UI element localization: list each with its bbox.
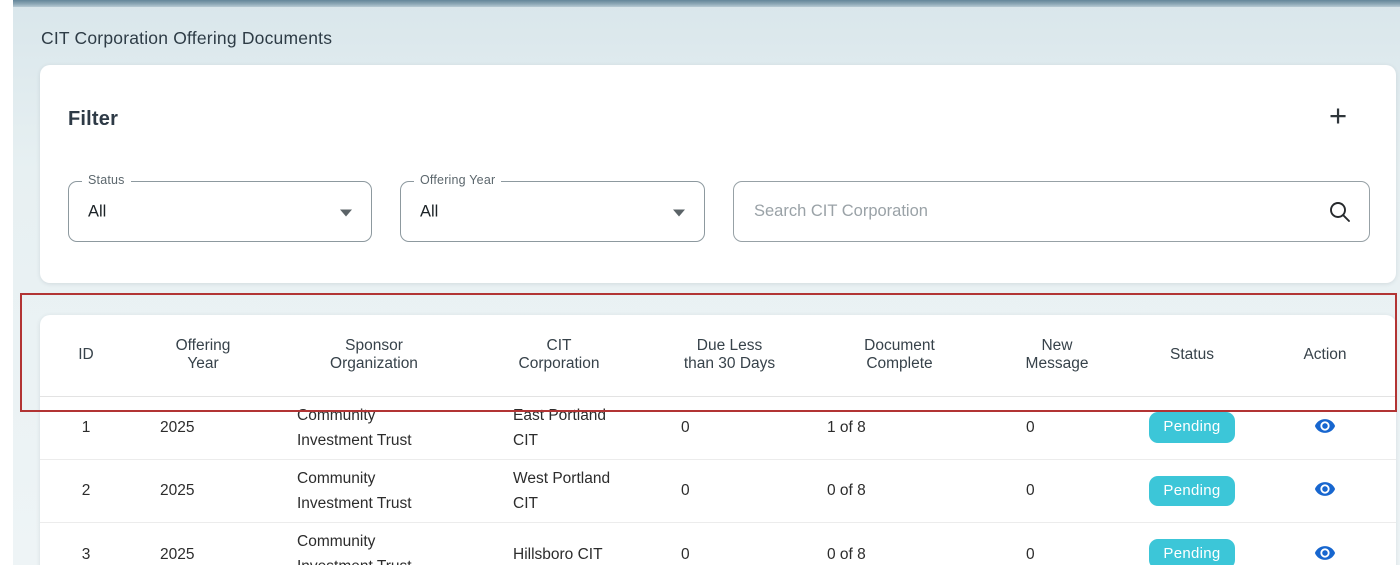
view-action-button[interactable] (1309, 540, 1341, 565)
chevron-down-icon (340, 209, 352, 216)
status-badge: Pending (1149, 412, 1234, 443)
column-header-id: ID (40, 315, 132, 396)
column-header-due-less-than-30-days: Due Less than 30 Days (644, 315, 815, 396)
cell-document-complete: 1 of 8 (815, 396, 984, 459)
column-header-action: Action (1254, 315, 1396, 396)
cell-new-message: 0 (984, 523, 1130, 565)
cell-action (1254, 459, 1396, 522)
cell-action (1254, 523, 1396, 565)
cell-offering-year: 2025 (132, 459, 274, 522)
column-header-sponsor-organization: Sponsor Organization (274, 315, 474, 396)
cell-sponsor-organization: Community Investment Trust (274, 396, 474, 459)
status-select-value: All (88, 202, 106, 221)
cell-status: Pending (1130, 459, 1254, 522)
table-header-row: ID Offering Year Sponsor Organization CI… (40, 315, 1396, 396)
cell-due-less-than-30-days: 0 (644, 459, 815, 522)
column-header-status: Status (1130, 315, 1254, 396)
eye-icon (1311, 478, 1339, 500)
cell-status: Pending (1130, 523, 1254, 565)
cell-new-message: 0 (984, 459, 1130, 522)
cell-id: 2 (40, 459, 132, 522)
cell-sponsor-organization: Community Investment Trust (274, 523, 474, 565)
column-header-document-complete: Document Complete (815, 315, 984, 396)
cell-new-message: 0 (984, 396, 1130, 459)
table-row: 2 2025 Community Investment Trust West P… (40, 459, 1396, 522)
filter-heading: Filter (68, 108, 118, 131)
status-select[interactable]: Status All (68, 181, 372, 242)
table-row: 3 2025 Community Investment Trust Hillsb… (40, 523, 1396, 565)
cell-status: Pending (1130, 396, 1254, 459)
eye-icon (1311, 542, 1339, 564)
offering-year-select[interactable]: Offering Year All (400, 181, 705, 242)
status-badge: Pending (1149, 476, 1234, 507)
cell-due-less-than-30-days: 0 (644, 396, 815, 459)
cell-offering-year: 2025 (132, 523, 274, 565)
status-select-label: Status (82, 173, 131, 187)
cell-cit-corporation: East Portland CIT (474, 396, 644, 459)
cell-document-complete: 0 of 8 (815, 523, 984, 565)
cell-id: 3 (40, 523, 132, 565)
search-icon[interactable] (1327, 199, 1353, 225)
chevron-down-icon (673, 209, 685, 216)
page: CIT Corporation Offering Documents Filte… (0, 0, 1400, 565)
view-action-button[interactable] (1309, 476, 1341, 505)
view-action-button[interactable] (1309, 413, 1341, 442)
cell-document-complete: 0 of 8 (815, 459, 984, 522)
column-header-cit-corporation: CIT Corporation (474, 315, 644, 396)
cell-offering-year: 2025 (132, 396, 274, 459)
search-field (733, 181, 1370, 242)
table-row: 1 2025 Community Investment Trust East P… (40, 396, 1396, 459)
page-title: CIT Corporation Offering Documents (41, 28, 332, 49)
column-header-offering-year: Offering Year (132, 315, 274, 396)
status-badge: Pending (1149, 539, 1234, 565)
cell-due-less-than-30-days: 0 (644, 523, 815, 565)
offering-year-select-value: All (420, 202, 438, 221)
expand-filter-button[interactable]: + (1320, 98, 1356, 134)
cell-cit-corporation: Hillsboro CIT (474, 523, 644, 565)
cell-id: 1 (40, 396, 132, 459)
cell-sponsor-organization: Community Investment Trust (274, 459, 474, 522)
documents-table: ID Offering Year Sponsor Organization CI… (40, 315, 1396, 565)
cell-cit-corporation: West Portland CIT (474, 459, 644, 522)
column-header-new-message: New Message (984, 315, 1130, 396)
offering-year-select-label: Offering Year (414, 173, 501, 187)
search-input[interactable] (754, 182, 1314, 241)
documents-table-panel: ID Offering Year Sponsor Organization CI… (40, 315, 1396, 565)
cell-action (1254, 396, 1396, 459)
eye-icon (1311, 415, 1339, 437)
top-accent-bar (13, 0, 1400, 7)
plus-icon: + (1329, 98, 1347, 133)
filter-panel: Filter + Status All Offering Year All (40, 65, 1396, 283)
